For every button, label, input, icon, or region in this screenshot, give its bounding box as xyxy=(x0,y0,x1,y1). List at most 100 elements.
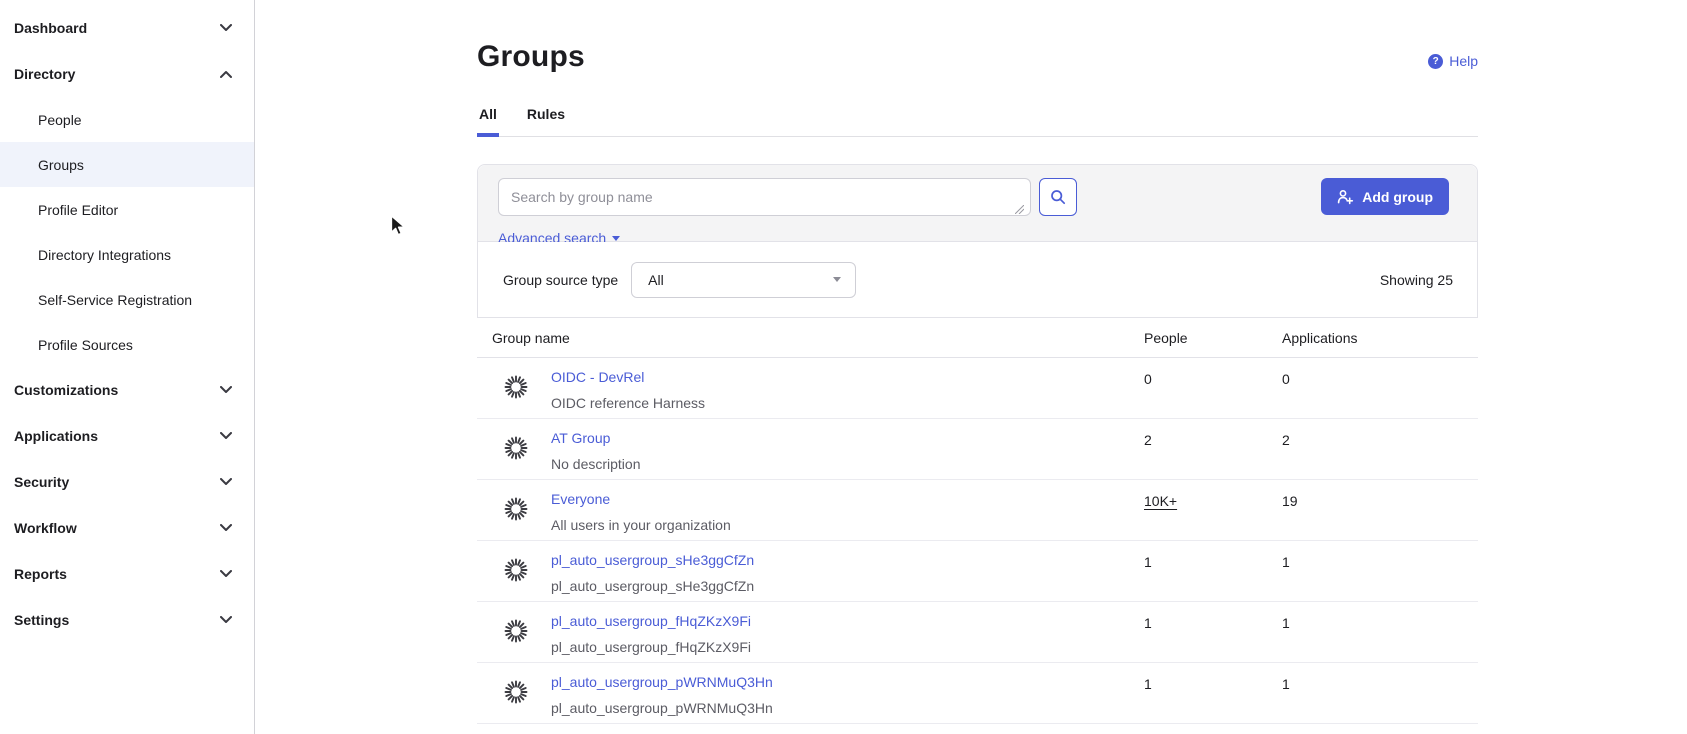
groups-toolbar-panel: Advanced search Add group Group source t… xyxy=(477,164,1478,318)
table-row: pl_auto_usergroup_sHe3ggCfZn pl_auto_use… xyxy=(477,541,1478,602)
applications-count: 0 xyxy=(1282,358,1478,418)
sidebar-item-self-service-registration[interactable]: Self-Service Registration xyxy=(0,277,254,322)
applications-count: 19 xyxy=(1282,480,1478,540)
group-name-link[interactable]: OIDC - DevRel xyxy=(551,369,644,385)
group-description: No description xyxy=(551,456,641,472)
sidebar-item-customizations[interactable]: Customizations xyxy=(0,367,254,413)
sidebar-item-label: Customizations xyxy=(14,382,118,398)
sidebar-item-reports[interactable]: Reports xyxy=(0,551,254,597)
group-name-link[interactable]: Everyone xyxy=(551,491,610,507)
applications-count: 1 xyxy=(1282,602,1478,662)
chevron-down-icon xyxy=(220,616,232,624)
add-group-label: Add group xyxy=(1362,189,1433,205)
search-button[interactable] xyxy=(1039,178,1077,216)
group-name-link[interactable]: pl_auto_usergroup_sHe3ggCfZn xyxy=(551,552,754,568)
sidebar-item-label: Self-Service Registration xyxy=(38,292,192,308)
group-source-type-select[interactable]: All xyxy=(631,262,856,298)
group-description: pl_auto_usergroup_pWRNMuQ3Hn xyxy=(551,700,773,716)
sidebar-item-label: Applications xyxy=(14,428,98,444)
search-section: Advanced search Add group xyxy=(478,165,1477,242)
people-count: 1 xyxy=(1144,541,1282,601)
sidebar-item-groups[interactable]: Groups xyxy=(0,142,254,187)
sidebar-item-settings[interactable]: Settings xyxy=(0,597,254,643)
help-question-icon: ? xyxy=(1428,54,1443,69)
caret-down-icon xyxy=(612,236,620,241)
people-count: 1 xyxy=(1144,663,1282,723)
people-count: 1 xyxy=(1144,602,1282,662)
group-sunburst-icon xyxy=(504,558,528,582)
showing-count: Showing 25 xyxy=(1380,272,1453,288)
selected-option: All xyxy=(648,272,664,288)
sidebar-item-people[interactable]: People xyxy=(0,97,254,142)
table-row: OIDC - DevRel OIDC reference Harness 0 0 xyxy=(477,358,1478,419)
sidebar-item-workflow[interactable]: Workflow xyxy=(0,505,254,551)
group-sunburst-icon xyxy=(504,680,528,704)
resize-grip-icon[interactable] xyxy=(1015,205,1024,214)
sidebar-item-directory-integrations[interactable]: Directory Integrations xyxy=(0,232,254,277)
people-count: 10K+ xyxy=(1144,480,1282,540)
sidebar-item-label: Profile Editor xyxy=(38,202,118,218)
group-description: pl_auto_usergroup_sHe3ggCfZn xyxy=(551,578,754,594)
group-description: All users in your organization xyxy=(551,517,731,533)
sidebar-nav: Dashboard Directory People Groups Profil… xyxy=(0,0,255,734)
column-header-group-name: Group name xyxy=(492,330,1144,346)
sidebar-item-security[interactable]: Security xyxy=(0,459,254,505)
sidebar-item-label: Groups xyxy=(38,157,84,173)
group-description: OIDC reference Harness xyxy=(551,395,705,411)
chevron-down-icon xyxy=(220,524,232,532)
people-count: 0 xyxy=(1144,358,1282,418)
people-count: 2 xyxy=(1144,419,1282,479)
table-header-row: Group name People Applications xyxy=(477,318,1478,358)
group-name-link[interactable]: AT Group xyxy=(551,430,610,446)
mouse-cursor-icon xyxy=(390,215,406,237)
sidebar-item-label: Workflow xyxy=(14,520,77,536)
applications-count: 1 xyxy=(1282,663,1478,723)
tab-bar: All Rules xyxy=(477,106,1478,137)
chevron-down-icon xyxy=(220,432,232,440)
applications-count: 1 xyxy=(1282,541,1478,601)
group-name-link[interactable]: pl_auto_usergroup_fHqZKzX9Fi xyxy=(551,613,751,629)
table-row: AT Group No description 2 2 xyxy=(477,419,1478,480)
sidebar-item-label: Directory xyxy=(14,66,75,82)
table-row: pl_auto_usergroup_pWRNMuQ3Hn pl_auto_use… xyxy=(477,663,1478,724)
search-icon xyxy=(1050,189,1066,205)
sidebar-item-label: Directory Integrations xyxy=(38,247,171,263)
add-group-icon xyxy=(1337,189,1354,205)
sidebar-item-directory[interactable]: Directory xyxy=(0,51,254,97)
people-count-link[interactable]: 10K+ xyxy=(1144,493,1177,509)
column-header-applications: Applications xyxy=(1282,330,1478,346)
main-content: ? Help Groups All Rules xyxy=(477,0,1478,724)
tab-rules[interactable]: Rules xyxy=(525,106,567,137)
tab-all[interactable]: All xyxy=(477,106,499,137)
sidebar-item-label: Profile Sources xyxy=(38,337,133,353)
select-caret-icon xyxy=(833,277,841,282)
chevron-down-icon xyxy=(220,386,232,394)
sidebar-item-label: Settings xyxy=(14,612,69,628)
group-source-type-label: Group source type xyxy=(503,272,618,288)
chevron-down-icon xyxy=(220,24,232,32)
help-link[interactable]: ? Help xyxy=(1428,53,1478,69)
sidebar-item-label: Security xyxy=(14,474,69,490)
add-group-button[interactable]: Add group xyxy=(1321,178,1449,215)
sidebar-item-label: Dashboard xyxy=(14,20,87,36)
group-description: pl_auto_usergroup_fHqZKzX9Fi xyxy=(551,639,751,655)
chevron-up-icon xyxy=(220,70,232,78)
sidebar-item-label: Reports xyxy=(14,566,67,582)
table-row: pl_auto_usergroup_fHqZKzX9Fi pl_auto_use… xyxy=(477,602,1478,663)
sidebar-item-dashboard[interactable]: Dashboard xyxy=(0,5,254,51)
page-title: Groups xyxy=(477,40,1478,74)
table-row: Everyone All users in your organization … xyxy=(477,480,1478,541)
group-sunburst-icon xyxy=(504,436,528,460)
sidebar-item-label: People xyxy=(38,112,82,128)
search-input[interactable] xyxy=(498,178,1031,216)
column-header-people: People xyxy=(1144,330,1282,346)
sidebar-item-profile-sources[interactable]: Profile Sources xyxy=(0,322,254,367)
help-label: Help xyxy=(1449,53,1478,69)
group-sunburst-icon xyxy=(504,619,528,643)
group-name-link[interactable]: pl_auto_usergroup_pWRNMuQ3Hn xyxy=(551,674,773,690)
app-window: Dashboard Directory People Groups Profil… xyxy=(0,0,1687,734)
sidebar-item-profile-editor[interactable]: Profile Editor xyxy=(0,187,254,232)
applications-count: 2 xyxy=(1282,419,1478,479)
filter-section: Group source type All Showing 25 xyxy=(478,242,1477,317)
sidebar-item-applications[interactable]: Applications xyxy=(0,413,254,459)
